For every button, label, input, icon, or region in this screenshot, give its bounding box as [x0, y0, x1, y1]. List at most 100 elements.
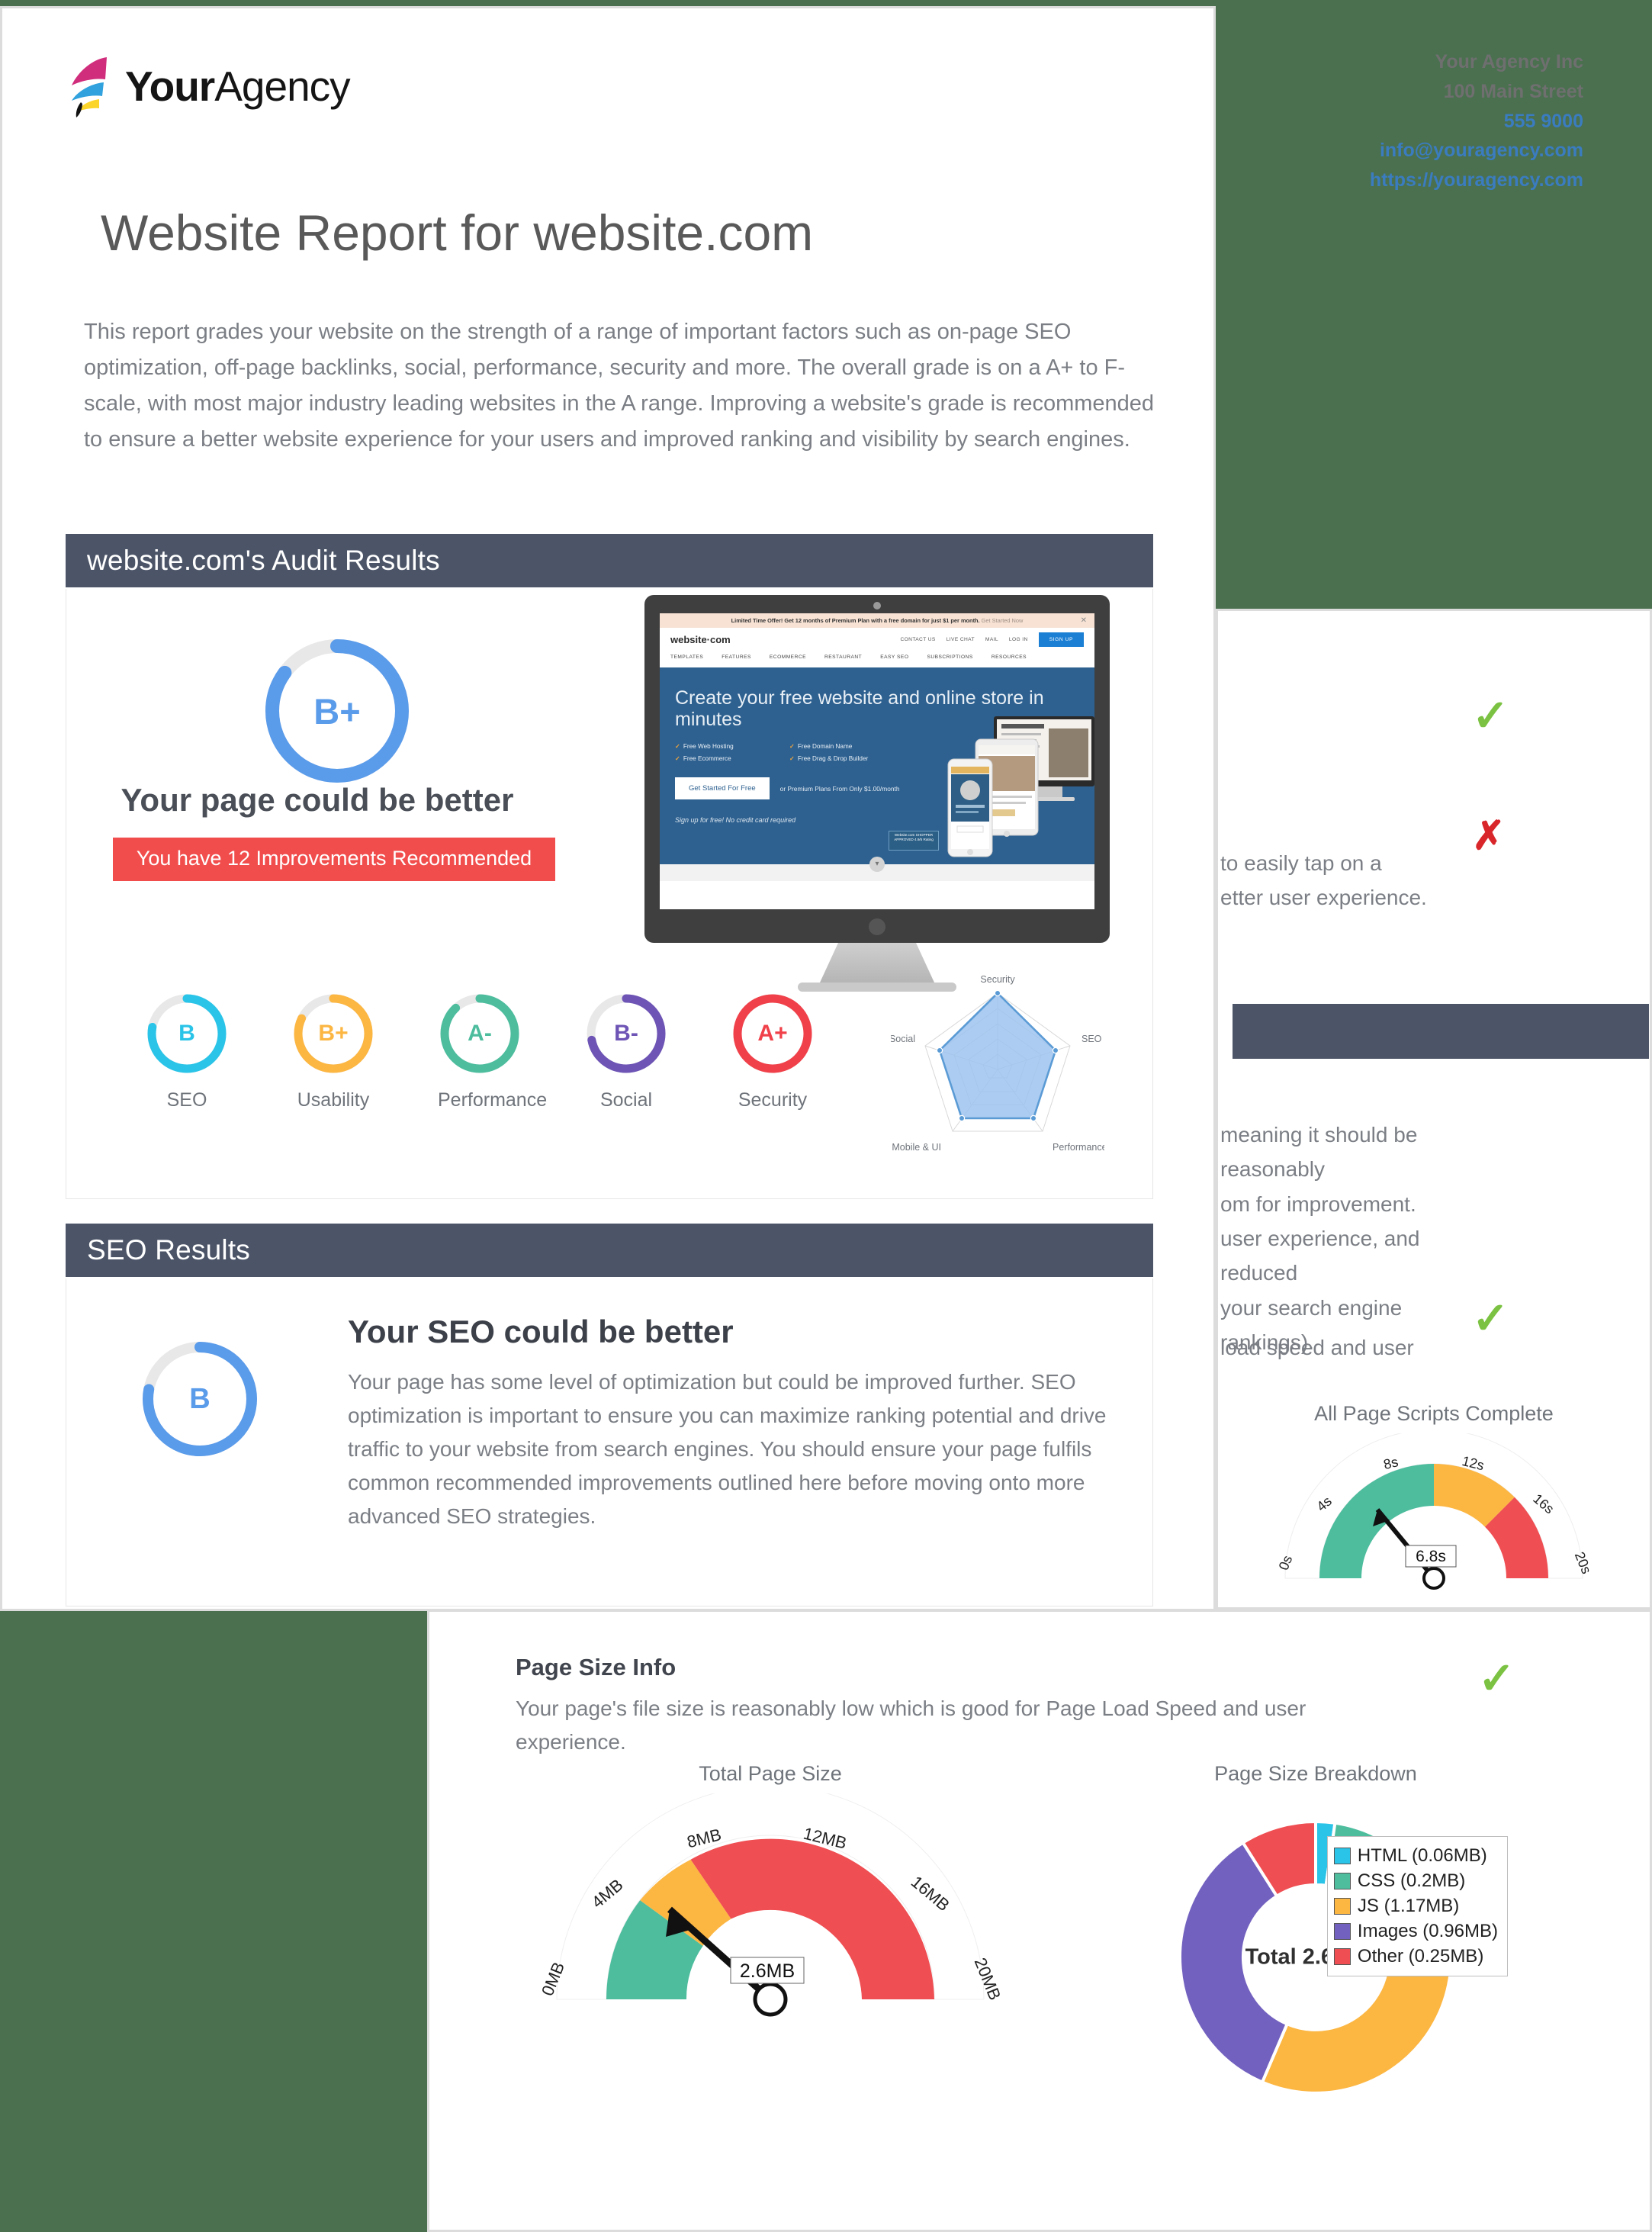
legend-item-html: HTML (0.06MB): [1333, 1843, 1498, 1868]
site-footer: ▾: [660, 857, 1094, 881]
improvements-badge: You have 12 Improvements Recommended: [113, 838, 555, 881]
scripts-gauge-chart: All Page Scripts Complete 6.8s 0s 4s 8s …: [1243, 1402, 1625, 1613]
legend-swatch: [1333, 1947, 1351, 1965]
site-main-nav: TEMPLATES FEATURES ECOMMERCE RESTAURANT …: [660, 651, 1094, 667]
mid-text-block-2: meaning it should be reasonably om for i…: [1220, 1118, 1480, 1360]
sub-grade-label: Security: [738, 1089, 808, 1111]
mid-status-cross: ✗: [1472, 816, 1506, 856]
mid-text-line-5: user experience, and reduced: [1220, 1227, 1420, 1285]
site-hero: Create your free website and online stor…: [660, 667, 1094, 864]
check-icon: ✓: [1472, 1294, 1509, 1343]
legend-item-other: Other (0.25MB): [1333, 1944, 1498, 1969]
section-header-mid: [1233, 1004, 1649, 1059]
site-top-nav: website·com CONTACT US LIVE CHAT MAIL LO…: [660, 628, 1094, 651]
overall-grade-ring: B+: [261, 635, 413, 787]
donut-area: Total 2.65 MB HTML (0.06MB) CSS (0.2MB) …: [1140, 1793, 1508, 2121]
sub-grade-value: B+: [318, 1021, 349, 1046]
logo-mark-icon: [67, 55, 114, 117]
audit-headline: Your page could be better: [121, 782, 514, 818]
hero-feature: ✓ Free Ecommerce: [675, 754, 789, 762]
radar-axis-label-seo: SEO: [1082, 1034, 1102, 1044]
nav-subscriptions[interactable]: SUBSCRIPTIONS: [927, 654, 972, 660]
legend-label: Images (0.96MB): [1357, 1921, 1498, 1942]
close-icon[interactable]: ✕: [1081, 616, 1087, 625]
legend-item-images: Images (0.96MB): [1333, 1918, 1498, 1944]
logo-text-bold: Your: [125, 62, 215, 110]
legend-swatch: [1333, 1872, 1351, 1889]
page-title: Website Report for website.com: [101, 204, 814, 261]
hero-feature-label: Free Domain Name: [797, 743, 853, 750]
check-icon: ✓: [675, 743, 680, 750]
monitor-screen: Limited Time Offer! Get 12 months of Pre…: [660, 613, 1094, 909]
mid-text-line-7: load speed and user: [1220, 1336, 1414, 1359]
top-link-livechat[interactable]: LIVE CHAT: [947, 637, 975, 642]
page-size-gauge-value: 2.6MB: [740, 1960, 795, 1982]
page-size-gauge-chart: Total Page Size 2.6MB 0MB 4MB 8MB 12MB 1…: [503, 1762, 1037, 2049]
top-link-login[interactable]: LOG IN: [1009, 637, 1028, 642]
nav-resources[interactable]: RESOURCES: [992, 654, 1027, 660]
monitor-base: [798, 983, 956, 992]
section-header-audit: website.com's Audit Results: [66, 534, 1153, 587]
radar-axis-label-mobile: Mobile & UI: [892, 1142, 941, 1153]
legend-label: HTML (0.06MB): [1357, 1845, 1487, 1866]
top-link-mail[interactable]: MAIL: [985, 637, 998, 642]
company-website[interactable]: https://youragency.com: [1370, 166, 1583, 195]
sub-grade-label: Social: [599, 1089, 653, 1111]
site-logo[interactable]: website·com: [670, 634, 731, 645]
sub-grade-label: Usability: [297, 1089, 370, 1111]
overall-grade-value: B+: [313, 690, 361, 732]
nav-ecommerce[interactable]: ECOMMERCE: [770, 654, 806, 660]
section-header-seo: SEO Results: [66, 1224, 1153, 1277]
mid-status-check-1: ✓: [1472, 694, 1509, 738]
monitor-power-button[interactable]: [869, 918, 885, 935]
contact-block: Your Agency Inc 100 Main Street 555 9000…: [1370, 47, 1583, 195]
mid-text-line-2: etter user experience.: [1220, 885, 1427, 909]
website-screenshot-mockup: Limited Time Offer! Get 12 months of Pre…: [644, 595, 1110, 992]
hero-feature-label: Free Ecommerce: [683, 755, 731, 762]
page-size-gauge-title: Total Page Size: [699, 1762, 842, 1785]
top-link-contact[interactable]: CONTACT US: [900, 637, 935, 642]
seo-headline: Your SEO could be better: [348, 1314, 734, 1349]
page-size-title: Page Size Info: [516, 1654, 677, 1680]
promo-banner-cta[interactable]: Get Started Now: [982, 617, 1024, 624]
company-email[interactable]: info@youragency.com: [1370, 136, 1583, 166]
agency-logo: YourAgency: [67, 55, 351, 117]
legend-label: CSS (0.2MB): [1357, 1870, 1466, 1892]
radar-chart: Security SEO Performance Mobile & UI Soc…: [889, 963, 1107, 1180]
site-top-links: CONTACT US LIVE CHAT MAIL LOG IN SIGN UP: [900, 632, 1084, 647]
company-phone[interactable]: 555 9000: [1370, 107, 1583, 137]
nav-restaurant[interactable]: RESTAURANT: [824, 654, 862, 660]
signup-button[interactable]: SIGN UP: [1038, 632, 1084, 647]
premium-plans-note: or Premium Plans From Only $1.00/month: [779, 784, 900, 793]
seo-body-text: Your page has some level of optimization…: [348, 1370, 1107, 1528]
hero-feature-label: Free Drag & Drop Builder: [797, 755, 869, 762]
hero-feature: ✓ Free Domain Name: [789, 742, 904, 750]
logo-wordmark: YourAgency: [125, 62, 351, 110]
seo-grade-ring: B: [139, 1338, 261, 1460]
get-started-button[interactable]: Get Started For Free: [675, 777, 770, 799]
legend-item-js: JS (1.17MB): [1333, 1893, 1498, 1918]
webcam-icon: [873, 602, 881, 609]
radar-axis-label-performance: Performance: [1053, 1142, 1104, 1153]
intro-paragraph: This report grades your website on the s…: [84, 320, 1155, 452]
seo-grade-value: B: [189, 1382, 211, 1415]
sub-grade-ring: A-: [438, 992, 522, 1076]
chevron-down-icon[interactable]: ▾: [869, 857, 885, 872]
radar-axis-label-social: Social: [891, 1034, 915, 1044]
sub-grade-ring: B: [145, 992, 229, 1076]
hero-feature-list: ✓ Free Web Hosting ✓ Free Domain Name ✓ Fre…: [675, 742, 904, 762]
check-icon: ✓: [789, 755, 795, 762]
mid-text-block-1: to easily tap on a etter user experience…: [1220, 847, 1464, 915]
hero-feature: ✓ Free Drag & Drop Builder: [789, 754, 904, 762]
legend-item-css: CSS (0.2MB): [1333, 1868, 1498, 1893]
check-icon: ✓: [675, 755, 680, 762]
nav-easyseo[interactable]: EASY SEO: [880, 654, 908, 660]
sub-grades-row: B SEO B+ Usability A- Performance B- Soc…: [145, 992, 815, 1111]
nav-features[interactable]: FEATURES: [722, 654, 751, 660]
nav-templates[interactable]: TEMPLATES: [670, 654, 703, 660]
scripts-gauge-value: 6.8s: [1416, 1548, 1446, 1565]
sub-grade-ring: B+: [291, 992, 375, 1076]
legend-swatch: [1333, 1922, 1351, 1940]
sub-grade-value: A-: [468, 1021, 492, 1046]
company-name: Your Agency Inc: [1435, 51, 1583, 72]
